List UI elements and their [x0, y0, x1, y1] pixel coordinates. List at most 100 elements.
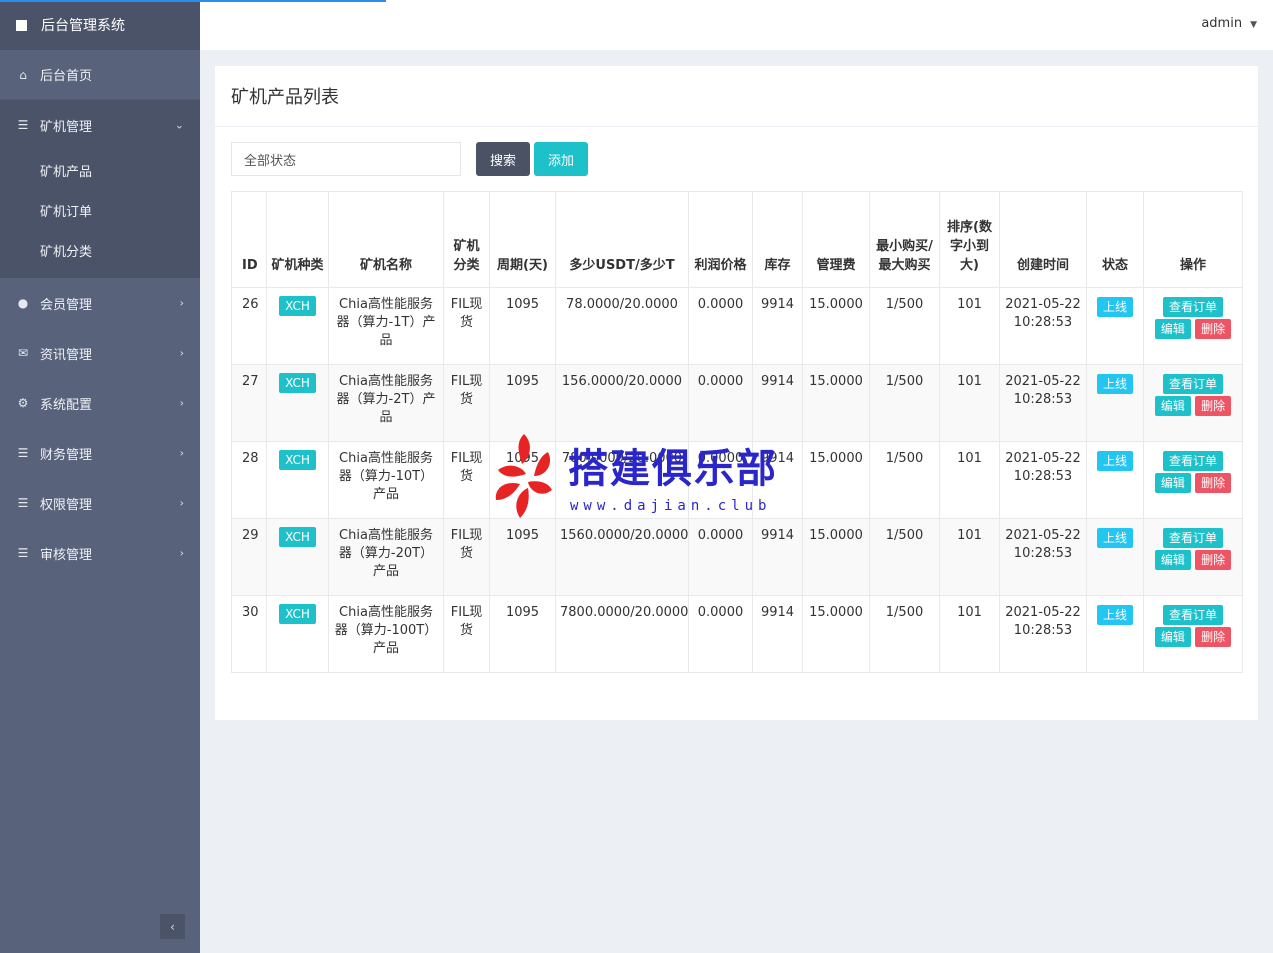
app-title: 后台管理系统: [41, 18, 125, 34]
chevron-left-icon: ‹: [170, 919, 175, 934]
view-orders-button[interactable]: 查看订单: [1162, 451, 1223, 471]
chevron-down-icon: ⌄: [174, 118, 184, 132]
sidebar-item-news[interactable]: ✉ 资讯管理 ›: [0, 328, 200, 378]
add-button[interactable]: 添加: [534, 142, 588, 176]
col-header-status: 状态: [1086, 191, 1144, 288]
view-orders-button[interactable]: 查看订单: [1162, 297, 1223, 317]
cell-name: Chia高性能服务器（算力-100T）产品: [328, 595, 444, 673]
col-header-kind: 矿机种类: [266, 191, 329, 288]
cell-buy-range: 1/500: [869, 595, 940, 673]
home-icon: ⌂: [19, 67, 27, 82]
menu-icon: ☰: [17, 496, 29, 510]
sidebar: 后台管理系统 ⌂ 后台首页 ☰ 矿机管理 ⌄ 矿机产品 矿机订单 矿机分类 ● …: [0, 0, 200, 953]
search-button[interactable]: 搜索: [476, 142, 530, 176]
cell-fee: 15.0000: [802, 595, 870, 673]
sidebar-item-review[interactable]: ☰ 审核管理 ›: [0, 528, 200, 578]
chevron-right-icon: ›: [179, 296, 184, 310]
sidebar-subitem-miner-product[interactable]: 矿机产品: [0, 150, 200, 190]
status-online-button[interactable]: 上线: [1096, 605, 1133, 625]
sidebar-submenu-miner: 矿机产品 矿机订单 矿机分类: [0, 150, 200, 278]
product-table: ID 矿机种类 矿机名称 矿机分类 周期(天) 多少USDT/多少T 利润价格 …: [231, 191, 1243, 673]
sidebar-item-label: 后台首页: [40, 69, 93, 84]
menu-icon: ☰: [17, 546, 29, 560]
sidebar-subitem-miner-order[interactable]: 矿机订单: [0, 190, 200, 230]
cell-profit: 0.0000: [688, 595, 753, 673]
sidebar-subitem-miner-category[interactable]: 矿机分类: [0, 230, 200, 270]
status-filter-select[interactable]: 全部状态: [231, 142, 461, 176]
cell-profit: 0.0000: [688, 441, 753, 519]
cell-buy-range: 1/500: [869, 441, 940, 519]
cell-fee: 15.0000: [802, 364, 870, 442]
user-icon: ●: [17, 296, 29, 310]
cell-period: 1095: [489, 441, 556, 519]
chevron-right-icon: ›: [179, 496, 184, 510]
sidebar-item-label: 审核管理: [40, 547, 93, 563]
sidebar-item-system[interactable]: ⚙ 系统配置 ›: [0, 378, 200, 428]
table-row: 28 XCH Chia高性能服务器（算力-10T）产品 FIL现货 1095 7…: [231, 441, 1243, 519]
sidebar-item-miner[interactable]: ☰ 矿机管理 ⌄: [0, 100, 200, 150]
status-online-button[interactable]: 上线: [1096, 297, 1133, 317]
sidebar-item-label: 权限管理: [40, 497, 93, 513]
sidebar-item-permissions[interactable]: ☰ 权限管理 ›: [0, 478, 200, 528]
cell-period: 1095: [489, 518, 556, 596]
edit-button[interactable]: 编辑: [1154, 627, 1191, 647]
cell-stock: 9914: [752, 364, 803, 442]
col-header-id: ID: [231, 191, 267, 288]
sidebar-item-home[interactable]: ⌂ 后台首页: [0, 50, 200, 100]
filter-toolbar: 全部状态 搜索 添加: [231, 142, 588, 176]
edit-button[interactable]: 编辑: [1154, 319, 1191, 339]
edit-button[interactable]: 编辑: [1154, 550, 1191, 570]
delete-button[interactable]: 删除: [1195, 550, 1232, 570]
cell-stock: 9914: [752, 518, 803, 596]
cell-name: Chia高性能服务器（算力-1T）产品: [328, 287, 444, 365]
cell-price: 156.0000/20.0000: [555, 364, 689, 442]
edit-button[interactable]: 编辑: [1154, 473, 1191, 493]
menu-icon: ☰: [17, 446, 29, 460]
sidebar-collapse-button[interactable]: ‹: [160, 914, 185, 939]
delete-button[interactable]: 删除: [1195, 396, 1232, 416]
kind-tag: XCH: [279, 527, 316, 547]
col-header-stock: 库存: [752, 191, 803, 288]
cell-created: 2021-05-22 10:28:53: [999, 441, 1087, 519]
cell-category: FIL现货: [443, 364, 490, 442]
cell-price: 78.0000/20.0000: [555, 287, 689, 365]
delete-button[interactable]: 删除: [1195, 627, 1232, 647]
delete-button[interactable]: 删除: [1195, 319, 1232, 339]
cell-period: 1095: [489, 364, 556, 442]
sidebar-item-finance[interactable]: ☰ 财务管理 ›: [0, 428, 200, 478]
col-header-buy-range: 最小购买/最大购买: [869, 191, 940, 288]
col-header-fee: 管理费: [802, 191, 870, 288]
view-orders-button[interactable]: 查看订单: [1162, 374, 1223, 394]
cell-profit: 0.0000: [688, 287, 753, 365]
cell-id: 29: [231, 518, 267, 596]
brand-square-icon: [16, 19, 27, 31]
cell-id: 28: [231, 441, 267, 519]
kind-tag: XCH: [279, 373, 316, 393]
cell-stock: 9914: [752, 287, 803, 365]
cell-buy-range: 1/500: [869, 287, 940, 365]
status-online-button[interactable]: 上线: [1096, 451, 1133, 471]
cell-stock: 9914: [752, 441, 803, 519]
delete-button[interactable]: 删除: [1195, 473, 1232, 493]
sidebar-item-label: 会员管理: [40, 297, 93, 313]
view-orders-button[interactable]: 查看订单: [1162, 528, 1223, 548]
view-orders-button[interactable]: 查看订单: [1162, 605, 1223, 625]
cell-category: FIL现货: [443, 518, 490, 596]
sidebar-item-label: 系统配置: [40, 397, 93, 413]
cell-stock: 9914: [752, 595, 803, 673]
cell-name: Chia高性能服务器（算力-20T）产品: [328, 518, 444, 596]
col-header-profit: 利润价格: [688, 191, 753, 288]
status-online-button[interactable]: 上线: [1096, 374, 1133, 394]
status-online-button[interactable]: 上线: [1096, 528, 1133, 548]
col-header-sort: 排序(数字小到大): [939, 191, 1000, 288]
sidebar-item-members[interactable]: ● 会员管理 ›: [0, 278, 200, 328]
app-brand[interactable]: 后台管理系统: [0, 0, 200, 50]
cell-created: 2021-05-22 10:28:53: [999, 518, 1087, 596]
chevron-right-icon: ›: [179, 546, 184, 560]
cell-created: 2021-05-22 10:28:53: [999, 287, 1087, 365]
col-header-name: 矿机名称: [328, 191, 444, 288]
chevron-right-icon: ›: [179, 446, 184, 460]
edit-button[interactable]: 编辑: [1154, 396, 1191, 416]
col-header-period: 周期(天): [489, 191, 556, 288]
user-menu[interactable]: admin ▼: [1201, 16, 1257, 31]
